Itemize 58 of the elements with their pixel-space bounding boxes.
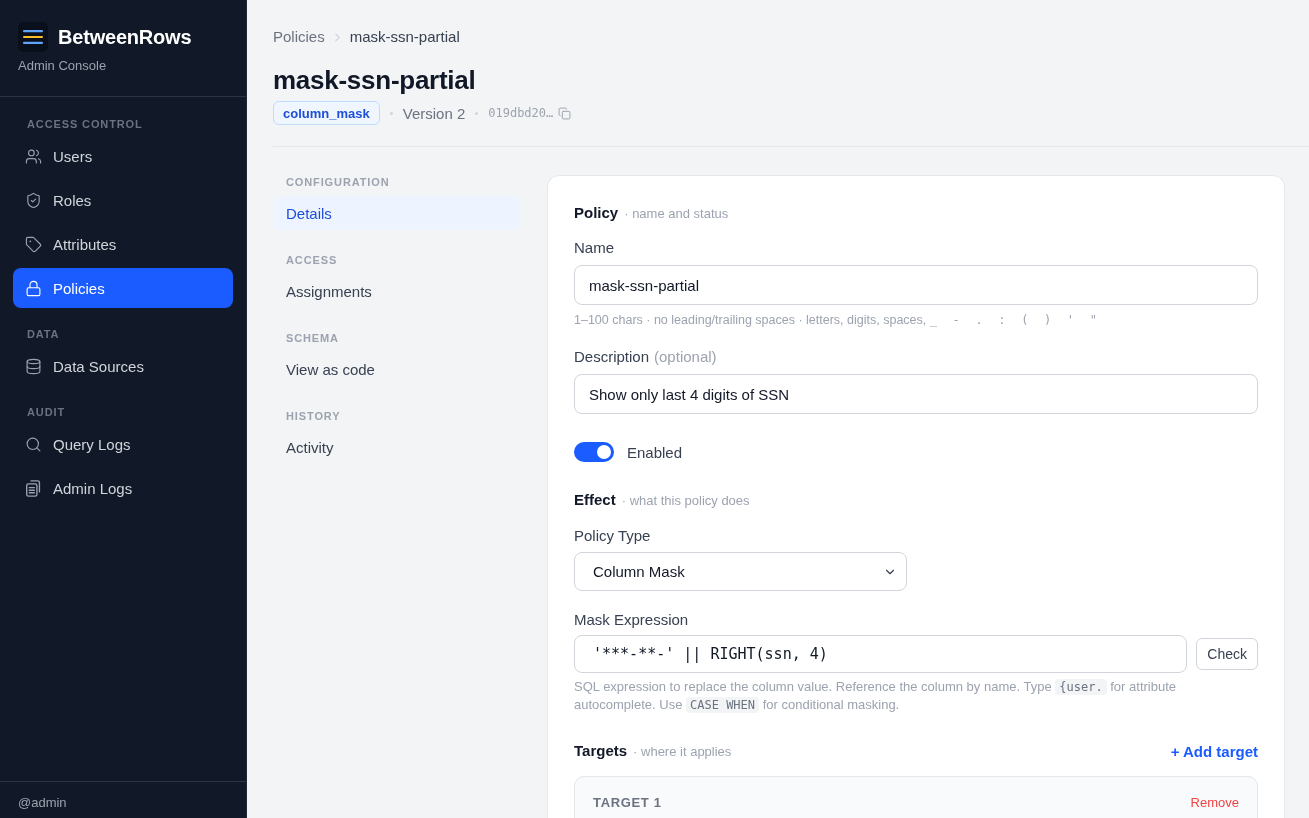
add-target-link[interactable]: + Add target bbox=[1170, 742, 1258, 761]
name-input[interactable]: mask-ssn-partial bbox=[574, 265, 1258, 305]
description-input[interactable]: Show only last 4 digits of SSN bbox=[574, 374, 1258, 414]
section-subtitle: · where it applies bbox=[633, 743, 732, 761]
nav-item[interactable]: Query Logs bbox=[13, 424, 233, 464]
subnav-heading: HISTORY bbox=[285, 409, 342, 423]
toggle-switch[interactable] bbox=[574, 442, 614, 462]
section-title: Targets bbox=[574, 742, 628, 760]
search-icon bbox=[25, 435, 42, 453]
subnav-heading: SCHEMA bbox=[285, 331, 340, 345]
field-hint: 1–100 chars · no leading/trailing spaces · letters, digits, spaces, _ - . : ( ) ' " bbox=[574, 312, 1103, 329]
check-button[interactable]: Check bbox=[1196, 638, 1258, 670]
section-title: Policy bbox=[574, 204, 619, 222]
brand-name: BetweenRows bbox=[58, 25, 192, 49]
section-subtitle: · what this policy does bbox=[621, 492, 750, 510]
nav-item[interactable]: Roles bbox=[13, 180, 233, 220]
nav-section-heading: DATA bbox=[26, 327, 61, 341]
breadcrumb-current: mask-ssn-partial bbox=[349, 28, 460, 46]
subnav-heading: ACCESS bbox=[285, 253, 339, 267]
mask-expression-input[interactable]: '***-**-' || RIGHT(ssn, 4) bbox=[574, 635, 1188, 673]
nav-item[interactable]: Policies bbox=[13, 268, 233, 308]
subnav-item[interactable]: View as code bbox=[273, 352, 520, 386]
tag-icon bbox=[25, 235, 42, 253]
nav-item[interactable]: Data Sources bbox=[13, 346, 233, 386]
section-title: Effect bbox=[574, 491, 616, 509]
subnav-item[interactable]: Assignments bbox=[273, 274, 520, 308]
field-label: Name bbox=[574, 239, 614, 257]
brand-subtitle: Admin Console bbox=[18, 58, 108, 74]
subnav-item[interactable]: Details bbox=[273, 196, 520, 230]
breadcrumb-link[interactable]: Policies bbox=[273, 28, 325, 46]
field-label: Mask Expression bbox=[574, 611, 689, 629]
optional-note: (optional) bbox=[654, 348, 717, 366]
nav-item[interactable]: Attributes bbox=[13, 224, 233, 264]
documents-icon bbox=[25, 479, 42, 497]
nav-item[interactable]: Admin Logs bbox=[13, 468, 233, 508]
user-handle: @admin bbox=[18, 795, 67, 811]
field-label: Description bbox=[574, 348, 650, 366]
page-title: mask-ssn-partial bbox=[273, 64, 477, 96]
field-hint: SQL expression to replace the column value. Reference the column by name. Type {user. for attribute autocomplete. Use CASE WHEN for conditional masking. bbox=[574, 678, 1177, 714]
database-icon bbox=[25, 357, 42, 375]
remove-link[interactable]: Remove bbox=[1190, 795, 1239, 811]
target-title: TARGET 1 bbox=[593, 795, 662, 811]
toggle-label: Enabled bbox=[627, 443, 683, 461]
logo-icon bbox=[18, 22, 48, 52]
lock-icon bbox=[25, 279, 42, 297]
policy-type-select[interactable]: Column Mask bbox=[574, 552, 907, 591]
subnav-item[interactable]: Activity bbox=[273, 430, 520, 464]
nav-section-heading: AUDIT bbox=[26, 405, 66, 419]
users-icon bbox=[25, 147, 42, 165]
field-label: Policy Type bbox=[574, 527, 651, 545]
nav-item[interactable]: Users bbox=[13, 136, 233, 176]
policy-id: 019dbd20… bbox=[488, 106, 554, 120]
section-subtitle: · name and status bbox=[624, 205, 729, 223]
policy-type-badge: column_mask bbox=[273, 101, 380, 125]
shield-check-icon bbox=[25, 191, 42, 209]
nav-section-heading: ACCESS CONTROL bbox=[26, 117, 144, 131]
version-label: Version 2 bbox=[402, 104, 466, 122]
subnav-heading: CONFIGURATION bbox=[285, 175, 391, 189]
